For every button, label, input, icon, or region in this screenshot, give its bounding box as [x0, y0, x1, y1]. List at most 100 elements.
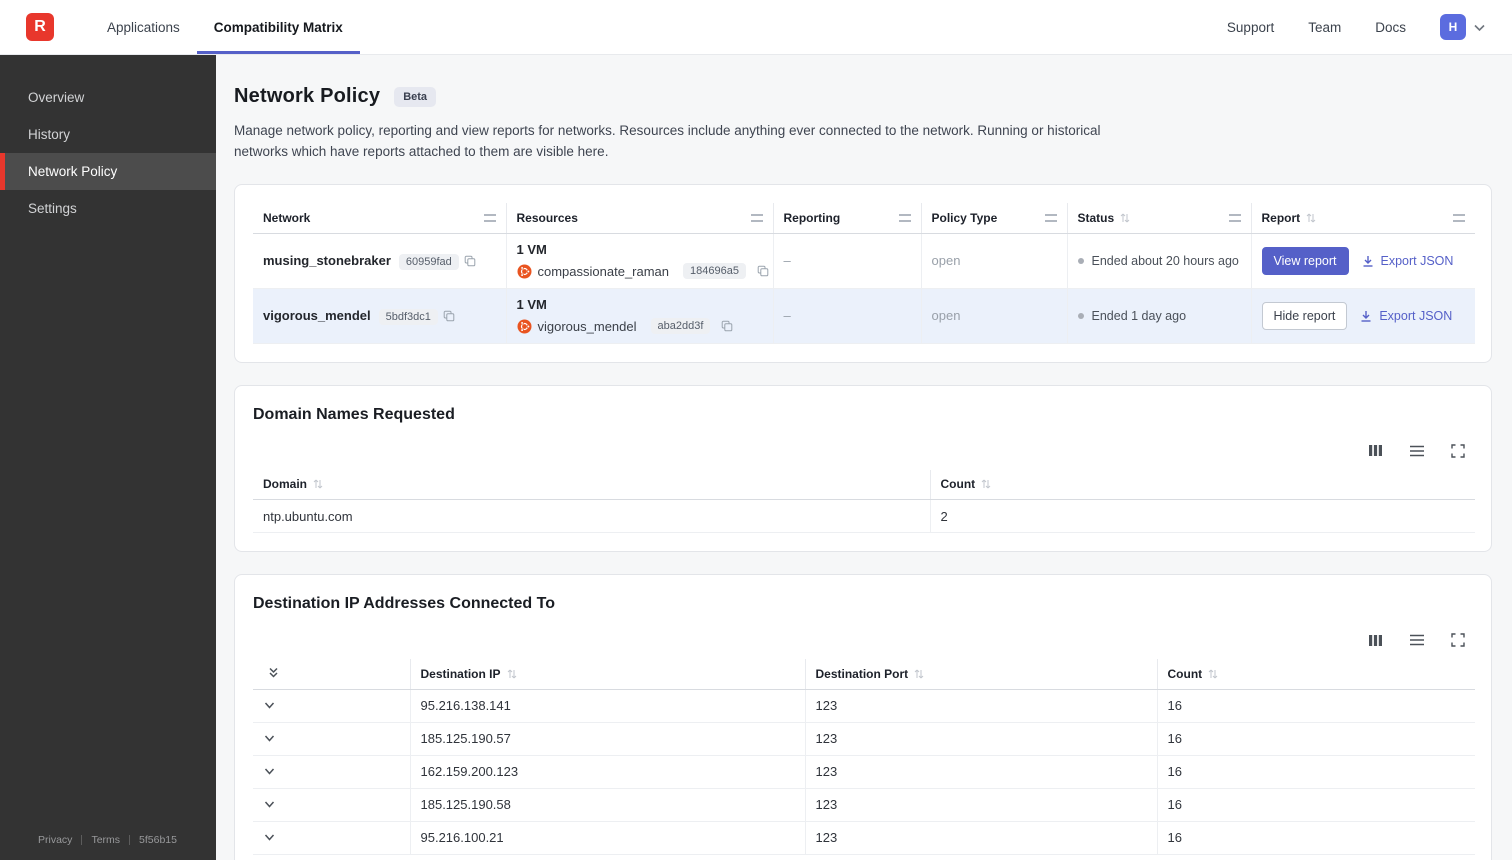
- col-header-policy-type[interactable]: Policy Type: [921, 203, 1068, 234]
- chevron-down-icon: [1473, 23, 1486, 32]
- row-expand-chevron-icon[interactable]: [263, 833, 276, 842]
- copy-icon[interactable]: [464, 255, 476, 267]
- tab-compatibility-matrix[interactable]: Compatibility Matrix: [197, 0, 360, 54]
- network-id-badge: 5bdf3dc1: [378, 309, 438, 325]
- sort-icon[interactable]: [1306, 212, 1316, 224]
- sidebar-item-history[interactable]: History: [0, 116, 216, 153]
- divider: [81, 835, 83, 845]
- resource-id-badge: 184696a5: [683, 263, 746, 279]
- destination-card-title: Destination IP Addresses Connected To: [253, 595, 555, 612]
- network-row: vigorous_mendel 5bdf3dc1 1 VM vigorous_me…: [253, 288, 1475, 344]
- column-menu-icon[interactable]: [1228, 213, 1241, 222]
- col-header-network-label: Network: [263, 210, 311, 225]
- expand-fullscreen-icon[interactable]: [1451, 633, 1465, 647]
- col-header-domain-label: Domain: [263, 477, 308, 492]
- docs-link[interactable]: Docs: [1375, 20, 1406, 35]
- copy-icon[interactable]: [757, 265, 769, 277]
- col-header-reporting-label: Reporting: [783, 210, 841, 225]
- row-expand-chevron-icon[interactable]: [263, 767, 276, 776]
- col-header-domain[interactable]: Domain: [253, 469, 931, 500]
- privacy-link[interactable]: Privacy: [38, 834, 72, 846]
- destination-row: 95.216.138.141 123 16: [253, 689, 1475, 723]
- destination-port-value: 123: [805, 689, 1158, 723]
- rows-view-icon[interactable]: [1409, 445, 1425, 457]
- col-header-destination-port-label: Destination Port: [815, 666, 909, 681]
- column-menu-icon[interactable]: [483, 213, 496, 222]
- row-expand-chevron-icon[interactable]: [263, 701, 276, 710]
- columns-view-icon[interactable]: [1368, 444, 1383, 457]
- column-menu-icon[interactable]: [898, 213, 911, 222]
- sidebar-item-network-policy[interactable]: Network Policy: [0, 153, 216, 190]
- col-header-reporting[interactable]: Reporting: [773, 203, 922, 234]
- column-menu-icon[interactable]: [1044, 213, 1057, 222]
- col-header-expand-all[interactable]: [253, 659, 411, 690]
- resource-name: compassionate_raman: [537, 263, 670, 279]
- topbar: R Applications Compatibility Matrix Supp…: [0, 0, 1512, 55]
- expand-fullscreen-icon[interactable]: [1451, 443, 1465, 458]
- row-expand-chevron-icon[interactable]: [263, 734, 276, 743]
- terms-link[interactable]: Terms: [91, 834, 120, 846]
- network-row: musing_stonebraker 60959fad 1 VM compassi…: [253, 233, 1475, 289]
- col-header-status[interactable]: Status: [1067, 203, 1252, 234]
- destination-ip-value: 95.216.138.141: [410, 689, 806, 723]
- hide-report-button[interactable]: Hide report: [1261, 301, 1348, 330]
- col-header-network[interactable]: Network: [253, 203, 507, 234]
- expand-all-icon[interactable]: [267, 666, 280, 679]
- sort-icon[interactable]: [1208, 668, 1218, 680]
- sort-icon[interactable]: [313, 478, 323, 490]
- tab-compatibility-matrix-label: Compatibility Matrix: [213, 19, 343, 35]
- column-menu-icon[interactable]: [750, 213, 763, 222]
- col-header-destination-ip-label: Destination IP: [420, 666, 501, 681]
- col-header-destination-port[interactable]: Destination Port: [805, 659, 1158, 690]
- copy-icon[interactable]: [721, 320, 733, 332]
- ubuntu-icon: [517, 319, 532, 334]
- view-report-button[interactable]: View report: [1261, 246, 1349, 275]
- networks-card: Network Resources Reporting Policy Type: [234, 184, 1492, 363]
- column-menu-icon[interactable]: [1453, 213, 1465, 222]
- network-name: musing_stonebraker: [263, 253, 391, 268]
- sidebar-footer: Privacy Terms 5f56b15: [0, 820, 216, 860]
- sort-icon[interactable]: [914, 668, 924, 680]
- account-menu[interactable]: H: [1440, 14, 1486, 40]
- rows-view-icon[interactable]: [1409, 634, 1425, 646]
- col-header-count[interactable]: Count: [930, 469, 1475, 500]
- tab-applications[interactable]: Applications: [90, 0, 197, 54]
- columns-view-icon[interactable]: [1368, 634, 1383, 647]
- row-expand-chevron-icon[interactable]: [263, 800, 276, 809]
- sort-icon[interactable]: [507, 668, 517, 680]
- page-title: Network Policy: [234, 85, 381, 107]
- export-json-link[interactable]: Export JSON: [1361, 253, 1454, 268]
- col-header-report-label: Report: [1261, 210, 1301, 225]
- col-header-resources-label: Resources: [516, 210, 578, 225]
- app-logo[interactable]: R: [26, 13, 54, 41]
- export-download-icon: [1359, 309, 1373, 323]
- ubuntu-icon: [517, 264, 532, 279]
- col-header-policy-type-label: Policy Type: [931, 210, 998, 225]
- destination-row: 185.125.190.58 123 16: [253, 788, 1475, 822]
- copy-icon[interactable]: [443, 310, 455, 322]
- export-json-link[interactable]: Export JSON: [1359, 309, 1452, 323]
- network-name: vigorous_mendel: [263, 308, 371, 323]
- col-header-resources[interactable]: Resources: [506, 203, 774, 234]
- col-header-count-label: Count: [940, 477, 976, 492]
- support-link[interactable]: Support: [1227, 20, 1274, 35]
- beta-badge: Beta: [394, 86, 437, 107]
- col-header-destination-ip[interactable]: Destination IP: [410, 659, 806, 690]
- sort-icon[interactable]: [1120, 212, 1130, 224]
- sidebar-item-settings[interactable]: Settings: [0, 190, 216, 227]
- sort-icon[interactable]: [981, 478, 991, 490]
- reporting-value: –: [773, 288, 922, 344]
- destination-ip-value: 185.125.190.57: [410, 722, 806, 756]
- sidebar-item-overview[interactable]: Overview: [0, 79, 216, 116]
- domain-value: ntp.ubuntu.com: [253, 499, 931, 533]
- destination-port-value: 123: [805, 722, 1158, 756]
- col-header-report[interactable]: Report: [1251, 203, 1475, 234]
- divider: [129, 835, 131, 845]
- team-link[interactable]: Team: [1308, 20, 1341, 35]
- domain-card-title: Domain Names Requested: [253, 405, 455, 423]
- export-download-icon: [1361, 254, 1375, 268]
- export-json-label: Export JSON: [1380, 253, 1454, 268]
- col-header-count[interactable]: Count: [1157, 659, 1475, 690]
- domain-card-toolbar: [253, 443, 1465, 458]
- export-json-label: Export JSON: [1379, 308, 1453, 323]
